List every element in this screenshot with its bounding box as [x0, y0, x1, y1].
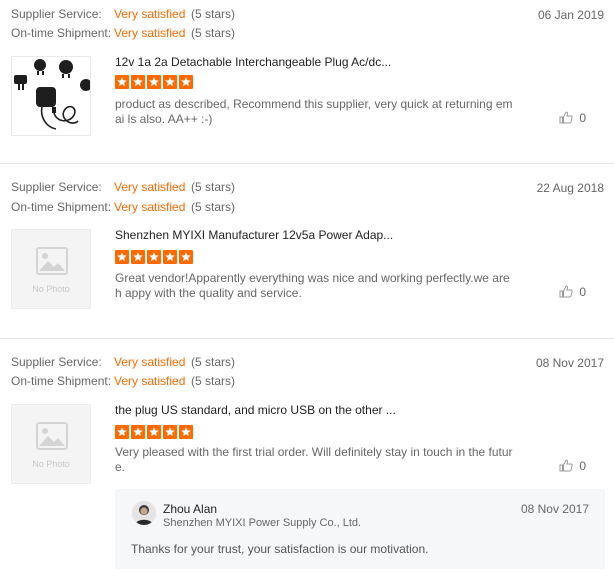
review-divider — [0, 163, 614, 164]
star-rating — [115, 75, 195, 89]
supplier-service-stars: (5 stars) — [191, 180, 236, 194]
like-button[interactable]: 0 — [559, 459, 586, 475]
reply-company: Shenzhen MYIXI Power Supply Co., Ltd. — [163, 517, 362, 529]
like-button[interactable]: 0 — [559, 285, 586, 301]
star-icon — [179, 75, 193, 89]
star-icon — [115, 75, 129, 89]
star-icon — [115, 425, 129, 439]
review-meta: Supplier Service: Very satisfied (5 stars)… — [11, 353, 235, 391]
ontime-shipment-label: On-time Shipment: — [11, 26, 112, 40]
star-icon — [147, 75, 161, 89]
product-title[interactable]: the plug US standard, and micro USB on t… — [115, 403, 396, 417]
product-thumbnail[interactable] — [11, 56, 92, 136]
product-thumbnail[interactable]: No Photo — [11, 404, 91, 484]
star-icon — [131, 250, 145, 264]
ontime-shipment-value: Very satisfied — [114, 374, 186, 388]
product-title[interactable]: 12v 1a 2a Detachable Interchangeable Plu… — [115, 55, 391, 69]
supplier-service-value: Very satisfied — [114, 7, 186, 21]
avatar — [132, 501, 156, 525]
ontime-shipment-label: On-time Shipment: — [11, 374, 112, 388]
review-divider — [0, 338, 614, 339]
review-date: 06 Jan 2019 — [537, 8, 604, 22]
power-adapter-image — [12, 57, 92, 135]
review-meta: Supplier Service: Very satisfied (5 stars)… — [11, 5, 235, 43]
ontime-shipment-stars: (5 stars) — [191, 374, 236, 388]
supplier-service-label: Supplier Service: — [11, 355, 102, 369]
supplier-service-stars: (5 stars) — [191, 7, 236, 21]
supplier-service-stars: (5 stars) — [191, 355, 236, 369]
ontime-shipment-label: On-time Shipment: — [11, 200, 112, 214]
reply-author-name: Zhou Alan — [163, 502, 218, 516]
supplier-service-value: Very satisfied — [114, 180, 186, 194]
star-rating — [115, 425, 195, 439]
ontime-shipment-stars: (5 stars) — [191, 26, 236, 40]
like-button[interactable]: 0 — [559, 111, 586, 127]
product-thumbnail[interactable]: No Photo — [11, 229, 91, 309]
star-icon — [131, 75, 145, 89]
ontime-shipment-value: Very satisfied — [114, 200, 186, 214]
star-icon — [163, 425, 177, 439]
reply-date: 08 Nov 2017 — [520, 502, 589, 516]
like-count: 0 — [579, 111, 586, 126]
no-photo-label: No Photo — [32, 459, 70, 469]
supplier-service-value: Very satisfied — [114, 355, 186, 369]
review-text: Great vendor!Apparently everything was n… — [115, 271, 510, 300]
star-icon — [163, 75, 177, 89]
supplier-service-label: Supplier Service: — [11, 7, 102, 21]
review-text: product as described, Recommend this sup… — [115, 97, 513, 126]
star-icon — [179, 250, 193, 264]
product-title[interactable]: Shenzhen MYIXI Manufacturer 12v5a Power … — [115, 228, 393, 242]
review-date: 08 Nov 2017 — [535, 356, 604, 370]
thumbs-up-icon — [559, 111, 573, 127]
supplier-service-label: Supplier Service: — [11, 180, 102, 194]
ontime-shipment-value: Very satisfied — [114, 26, 186, 40]
person-avatar-icon — [132, 501, 156, 525]
star-icon — [179, 425, 193, 439]
supplier-reply: Zhou Alan Shenzhen MYIXI Power Supply Co… — [115, 489, 605, 569]
star-icon — [131, 425, 145, 439]
like-count: 0 — [579, 285, 586, 300]
like-count: 0 — [579, 459, 586, 474]
review-date: 22 Aug 2018 — [536, 181, 604, 195]
no-photo-label: No Photo — [32, 284, 70, 294]
review-text: Very pleased with the first trial order.… — [115, 445, 513, 474]
reply-text: Thanks for your trust, your satisfaction… — [131, 542, 429, 556]
star-icon — [115, 250, 129, 264]
thumbs-up-icon — [559, 285, 573, 301]
star-icon — [163, 250, 177, 264]
review-meta: Supplier Service: Very satisfied (5 stars)… — [11, 178, 235, 217]
star-icon — [147, 250, 161, 264]
thumbs-up-icon — [559, 459, 573, 475]
star-icon — [147, 425, 161, 439]
ontime-shipment-stars: (5 stars) — [191, 200, 236, 214]
star-rating — [115, 250, 195, 264]
